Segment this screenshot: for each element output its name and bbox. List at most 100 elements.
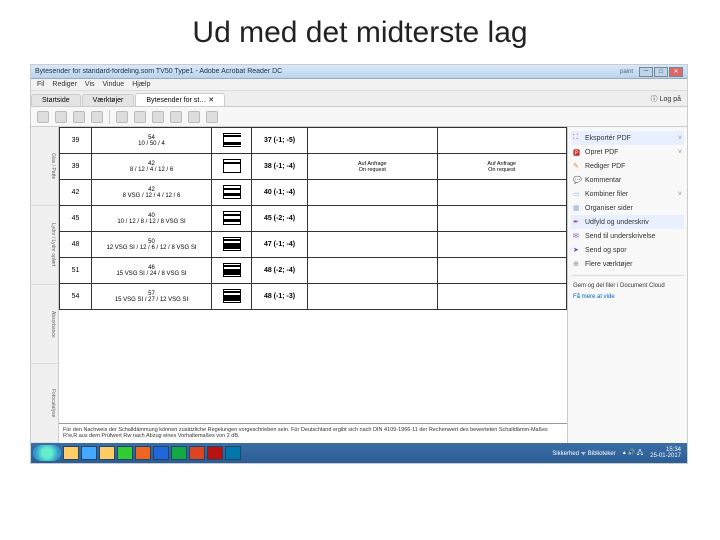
panel-item[interactable]: ✉Send til underskrivelse (571, 229, 684, 243)
panel-item[interactable]: ▦Organiser sider (571, 201, 684, 215)
left-rail: Glas / Patte Lydnr / Lydnr opført Absorb… (31, 127, 59, 443)
cell-pane-icon (212, 258, 252, 284)
mail-icon[interactable] (73, 111, 85, 123)
cell-note1 (308, 128, 438, 154)
table-row: 454010 / 12 / 8 / 12 / 8 VSG SI45 (-2; -… (60, 206, 567, 232)
hand-icon[interactable] (206, 111, 218, 123)
panel-label: Opret PDF (585, 149, 618, 156)
rail-item[interactable]: Absorbance (31, 285, 58, 364)
cell-pane-icon (212, 128, 252, 154)
chevron-down-icon: ˅ (678, 135, 682, 142)
taskbar-app-firefox[interactable] (135, 446, 151, 460)
panel-label: Flere værktøjer (585, 261, 632, 268)
taskbar: Sikkerhed ᯤ Biblioteker ▴ 🔊 🖧 15:34 25-0… (31, 443, 687, 463)
cell-note1: Auf AnfrageOn request (308, 154, 438, 180)
panel-item[interactable]: ✒Udfyld og underskriv (571, 215, 684, 229)
minimize-button[interactable]: － (639, 67, 653, 77)
cell-note1 (308, 232, 438, 258)
close-button[interactable]: ✕ (669, 67, 683, 77)
panel-icon: ⛶ (573, 134, 581, 142)
cell-pane-icon (212, 284, 252, 310)
panel-item[interactable]: ➤ Send og spor (571, 243, 684, 257)
panel-icon: ➤ (573, 246, 581, 254)
fit-icon[interactable] (188, 111, 200, 123)
right-panel: ⛶Eksportér PDF˅ 🅿 Opret PDF ˅ ✎Rediger PDF💬K… (567, 127, 687, 443)
cell-note2 (437, 284, 567, 310)
start-button[interactable] (33, 445, 61, 461)
table-row: 485012 VSG SI / 12 / 6 / 12 / 8 VSG SI47… (60, 232, 567, 258)
tray-date: 25-01-2017 (650, 453, 681, 459)
taskbar-app-outlook[interactable] (225, 446, 241, 460)
taskbar-app-explorer[interactable] (63, 446, 79, 460)
login-link[interactable]: ⓘ Log på (645, 92, 687, 106)
panel-label: Send til underskrivelse (585, 233, 655, 240)
nav-right-icon[interactable] (134, 111, 146, 123)
cell-value: 48 (-2; -4) (252, 258, 308, 284)
taskbar-app-word[interactable] (153, 446, 169, 460)
taskbar-app-chrome[interactable] (117, 446, 133, 460)
menu-bar: Fil Rediger Vis Vindue Hjælp (31, 79, 687, 91)
menu-rediger[interactable]: Rediger (52, 81, 77, 88)
save-icon[interactable] (37, 111, 49, 123)
tab-home[interactable]: Startside (31, 94, 81, 106)
table-row: 395410 / 50 / 437 (-1; -5) (60, 128, 567, 154)
zoom-out-icon[interactable] (152, 111, 164, 123)
panel-icon: ▦ (573, 204, 581, 212)
rail-item[interactable]: Fotocatalyse (31, 364, 58, 443)
window-title: Bytesender for standard-fordeling.som TV… (35, 68, 620, 75)
cell-note1 (308, 206, 438, 232)
panel-item[interactable]: 🅿Opret PDF˅ (571, 145, 684, 159)
cell-left: 39 (60, 128, 92, 154)
tab-tools[interactable]: Værktøjer (82, 94, 135, 106)
cell-left: 54 (60, 284, 92, 310)
maximize-button[interactable]: □ (654, 67, 668, 77)
panel-item[interactable]: ⛶Eksportér PDF˅ (571, 131, 684, 145)
cell-pane-icon (212, 232, 252, 258)
panel-label: Send og spor (585, 247, 627, 254)
cloud-text: Gem og del filer i Document Cloud (571, 280, 684, 292)
data-table: 395410 / 50 / 437 (-1; -5)39428 / 12 / 4… (59, 127, 567, 310)
menu-vindue[interactable]: Vindue (103, 81, 125, 88)
search-icon[interactable] (91, 111, 103, 123)
panel-item[interactable]: 💬Kommentar (571, 173, 684, 187)
cell-note2 (437, 232, 567, 258)
panel-item[interactable]: ⊕ Flere værktøjer (571, 257, 684, 271)
menu-vis[interactable]: Vis (85, 81, 95, 88)
cell-note2 (437, 128, 567, 154)
zoom-in-icon[interactable] (170, 111, 182, 123)
panel-icon: ✎ (573, 162, 581, 170)
document-view[interactable]: 395410 / 50 / 437 (-1; -5)39428 / 12 / 4… (59, 127, 567, 443)
tab-document[interactable]: Bytesender for st… ✕ (135, 93, 225, 106)
cell-pane-icon (212, 206, 252, 232)
nav-left-icon[interactable] (116, 111, 128, 123)
panel-item[interactable]: ▭Kombiner filer˅ (571, 187, 684, 201)
panel-label: Kombiner filer (585, 191, 628, 198)
table-row: 545715 VSG SI / 27 / 12 VSG SI48 (-1; -3… (60, 284, 567, 310)
panel-icon: ⊕ (573, 260, 581, 268)
paint-hint: paint (620, 69, 633, 75)
taskbar-app-ppt[interactable] (189, 446, 205, 460)
cell-value: 37 (-1; -5) (252, 128, 308, 154)
taskbar-app-folder[interactable] (99, 446, 115, 460)
cell-left: 39 (60, 154, 92, 180)
cloud-link[interactable]: Få mere at vide (571, 292, 684, 302)
panel-icon: ▭ (573, 190, 581, 198)
panel-label: Udfyld og underskriv (585, 219, 649, 226)
menu-help[interactable]: Hjælp (132, 81, 150, 88)
footnote: Für den Nachweis der Schalldämmung könne… (59, 423, 567, 443)
info-icon: ⓘ (651, 96, 658, 103)
panel-item[interactable]: ✎Rediger PDF (571, 159, 684, 173)
rail-item[interactable]: Glas / Patte (31, 127, 58, 206)
titlebar: Bytesender for standard-fordeling.som TV… (31, 65, 687, 79)
print-icon[interactable] (55, 111, 67, 123)
cell-left: 48 (60, 232, 92, 258)
menu-fil[interactable]: Fil (37, 81, 44, 88)
taskbar-app-ie[interactable] (81, 446, 97, 460)
cell-left: 51 (60, 258, 92, 284)
taskbar-app-excel[interactable] (171, 446, 187, 460)
tray-text: Sikkerhed ᯤ Biblioteker (552, 449, 616, 457)
taskbar-app-acrobat[interactable] (207, 446, 223, 460)
system-tray[interactable]: Sikkerhed ᯤ Biblioteker ▴ 🔊 🖧 15:34 25-0… (548, 447, 685, 459)
rail-item[interactable]: Lydnr / Lydnr opført (31, 206, 58, 285)
panel-icon: 🅿 (573, 148, 581, 156)
